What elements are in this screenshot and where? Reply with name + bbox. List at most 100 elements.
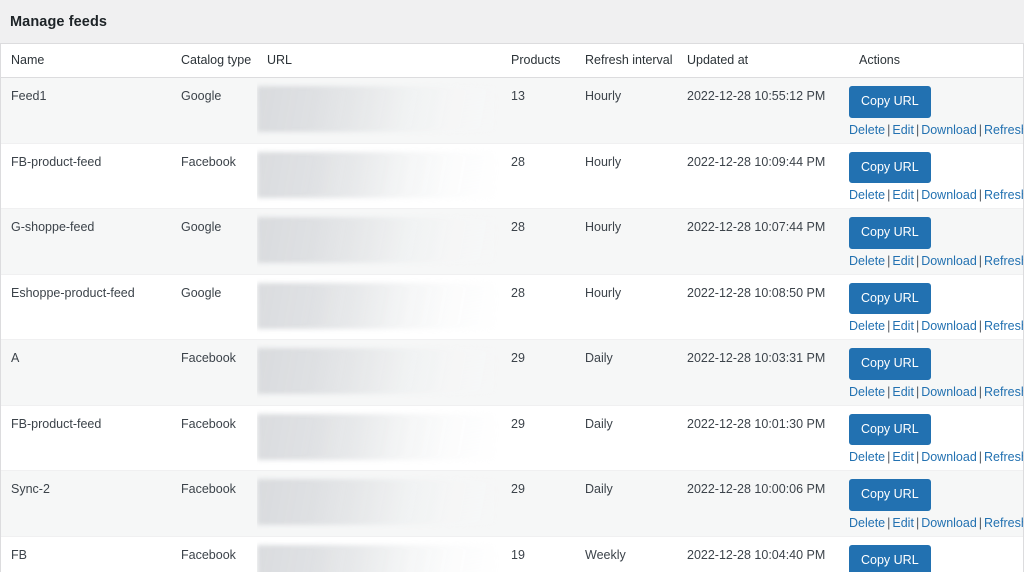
edit-link[interactable]: Edit — [892, 450, 914, 464]
column-header-refresh-interval[interactable]: Refresh interval — [575, 44, 677, 78]
url-redacted-block — [257, 479, 495, 525]
refresh-link[interactable]: Refresh — [984, 319, 1024, 333]
refresh-link[interactable]: Refresh — [984, 516, 1024, 530]
edit-link[interactable]: Edit — [892, 254, 914, 268]
download-link[interactable]: Download — [921, 123, 977, 137]
url-redacted-block — [257, 152, 495, 198]
refresh-link[interactable]: Refresh — [984, 188, 1024, 202]
feeds-table-container: Name Catalog type URL Products Refresh i… — [0, 43, 1024, 572]
edit-link[interactable]: Edit — [892, 385, 914, 399]
cell-actions: Copy URLDelete|Edit|Download|Refresh — [849, 405, 1024, 471]
action-separator: | — [977, 319, 984, 333]
column-header-catalog-type[interactable]: Catalog type — [171, 44, 257, 78]
cell-actions: Copy URLDelete|Edit|Download|Refresh — [849, 471, 1024, 537]
cell-url — [257, 471, 501, 537]
delete-link[interactable]: Delete — [849, 450, 885, 464]
cell-refresh-interval: Daily — [575, 340, 677, 406]
download-link[interactable]: Download — [921, 319, 977, 333]
feeds-table: Name Catalog type URL Products Refresh i… — [1, 44, 1024, 572]
cell-products-count: 28 — [501, 143, 575, 209]
download-link[interactable]: Download — [921, 188, 977, 202]
cell-feed-name: FB-product-feed — [1, 405, 171, 471]
column-header-products[interactable]: Products — [501, 44, 575, 78]
actions-group: Copy URLDelete|Edit|Download|Refresh — [849, 348, 1015, 405]
actions-group: Copy URLDelete|Edit|Download|Refresh — [849, 414, 1015, 471]
actions-group: Copy URLDelete|Edit|Download|Refresh — [849, 545, 1015, 572]
table-row: Sync-2Facebook29Daily2022-12-28 10:00:06… — [1, 471, 1024, 537]
cell-url — [257, 209, 501, 275]
copy-url-button[interactable]: Copy URL — [849, 283, 931, 315]
download-link[interactable]: Download — [921, 516, 977, 530]
cell-refresh-interval: Daily — [575, 471, 677, 537]
copy-url-button[interactable]: Copy URL — [849, 545, 931, 572]
cell-feed-name: FB — [1, 536, 171, 572]
page-header-bar: Manage feeds — [0, 0, 1024, 43]
cell-products-count: 13 — [501, 78, 575, 144]
cell-updated-at: 2022-12-28 10:09:44 PM — [677, 143, 849, 209]
table-row: FB-product-feedFacebook29Daily2022-12-28… — [1, 405, 1024, 471]
cell-url — [257, 536, 501, 572]
edit-link[interactable]: Edit — [892, 516, 914, 530]
column-header-updated-at[interactable]: Updated at — [677, 44, 849, 78]
cell-feed-name: Feed1 — [1, 78, 171, 144]
cell-updated-at: 2022-12-28 10:01:30 PM — [677, 405, 849, 471]
url-redacted-block — [257, 217, 495, 263]
cell-refresh-interval: Hourly — [575, 274, 677, 340]
cell-products-count: 19 — [501, 536, 575, 572]
download-link[interactable]: Download — [921, 254, 977, 268]
cell-products-count: 28 — [501, 274, 575, 340]
cell-feed-name: FB-product-feed — [1, 143, 171, 209]
copy-url-button[interactable]: Copy URL — [849, 348, 931, 380]
copy-url-button[interactable]: Copy URL — [849, 152, 931, 184]
cell-feed-name: A — [1, 340, 171, 406]
delete-link[interactable]: Delete — [849, 123, 885, 137]
edit-link[interactable]: Edit — [892, 319, 914, 333]
copy-url-button[interactable]: Copy URL — [849, 479, 931, 511]
actions-group: Copy URLDelete|Edit|Download|Refresh — [849, 86, 1015, 143]
cell-updated-at: 2022-12-28 10:55:12 PM — [677, 78, 849, 144]
edit-link[interactable]: Edit — [892, 188, 914, 202]
cell-catalog-type: Facebook — [171, 405, 257, 471]
table-header: Name Catalog type URL Products Refresh i… — [1, 44, 1024, 78]
delete-link[interactable]: Delete — [849, 254, 885, 268]
table-body: Feed1 Google 13 Hourly 2022-12-28 10:55:12 P… — [1, 78, 1024, 572]
actions-group: Copy URLDelete|Edit|Download|Refresh — [849, 217, 1015, 274]
table-row: FBFacebook19Weekly2022-12-28 10:04:40 PM… — [1, 536, 1024, 572]
cell-actions: Copy URLDelete|Edit|Download|Refresh — [849, 143, 1024, 209]
cell-feed-name: Eshoppe-product-feed — [1, 274, 171, 340]
copy-url-button[interactable]: Copy URL — [849, 414, 931, 446]
copy-url-button[interactable]: Copy URL — [849, 86, 931, 118]
table-row: Eshoppe-product-feedGoogle28Hourly2022-1… — [1, 274, 1024, 340]
delete-link[interactable]: Delete — [849, 319, 885, 333]
cell-url — [257, 274, 501, 340]
refresh-link[interactable]: Refresh — [984, 450, 1024, 464]
delete-link[interactable]: Delete — [849, 385, 885, 399]
edit-link[interactable]: Edit — [892, 123, 914, 137]
column-header-url[interactable]: URL — [257, 44, 501, 78]
copy-url-button[interactable]: Copy URL — [849, 217, 931, 249]
download-link[interactable]: Download — [921, 385, 977, 399]
column-header-name[interactable]: Name — [1, 44, 171, 78]
delete-link[interactable]: Delete — [849, 188, 885, 202]
action-separator: | — [977, 123, 984, 137]
cell-refresh-interval: Weekly — [575, 536, 677, 572]
cell-catalog-type: Google — [171, 274, 257, 340]
url-redacted-block — [257, 414, 495, 460]
cell-actions: Copy URLDelete|Edit|Download|Refresh — [849, 78, 1024, 144]
refresh-link[interactable]: Refresh — [984, 254, 1024, 268]
cell-feed-name: G-shoppe-feed — [1, 209, 171, 275]
url-redacted-block — [257, 86, 495, 132]
delete-link[interactable]: Delete — [849, 516, 885, 530]
cell-products-count: 29 — [501, 340, 575, 406]
page-title: Manage feeds — [10, 14, 107, 30]
cell-actions: Copy URLDelete|Edit|Download|Refresh — [849, 340, 1024, 406]
refresh-link[interactable]: Refresh — [984, 123, 1024, 137]
cell-updated-at: 2022-12-28 10:04:40 PM — [677, 536, 849, 572]
column-header-actions: Actions — [849, 44, 1024, 78]
refresh-link[interactable]: Refresh — [984, 385, 1024, 399]
action-separator: | — [977, 188, 984, 202]
actions-group: Copy URLDelete|Edit|Download|Refresh — [849, 283, 1015, 340]
action-separator: | — [977, 450, 984, 464]
download-link[interactable]: Download — [921, 450, 977, 464]
action-separator: | — [977, 516, 984, 530]
